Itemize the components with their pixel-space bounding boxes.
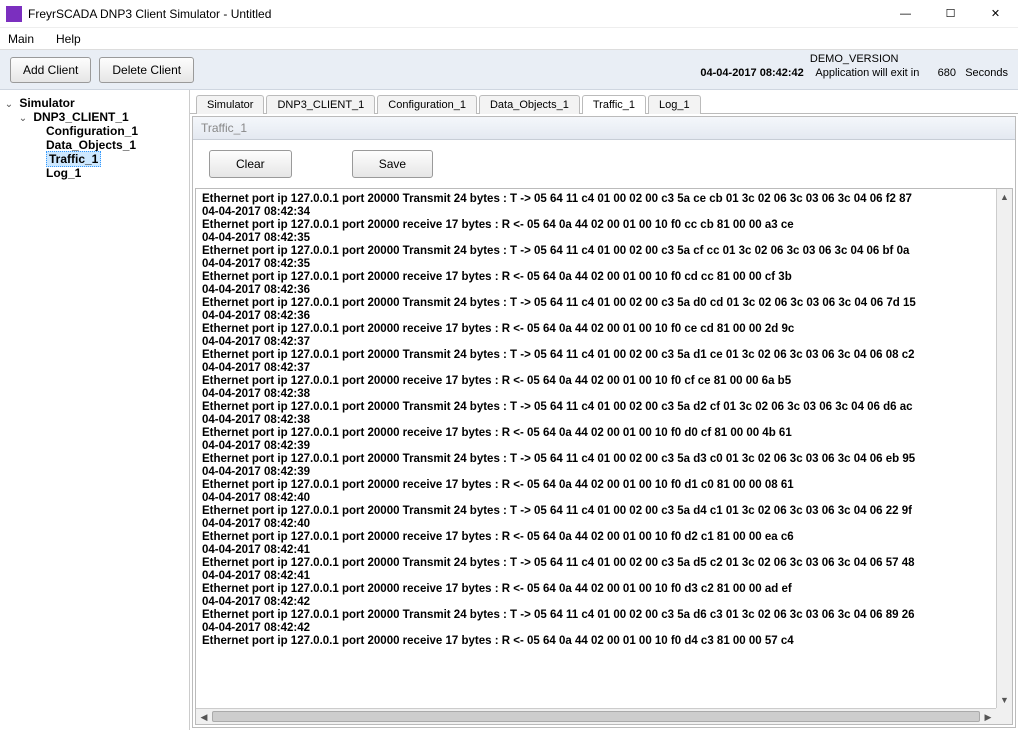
tab-data-objects[interactable]: Data_Objects_1 <box>479 95 580 114</box>
status-datetime: 04-04-2017 08:42:42 <box>700 67 803 79</box>
tree-log[interactable]: Log_1 <box>4 166 185 180</box>
status-exit-seconds: 680 <box>938 67 956 79</box>
menubar: Main Help <box>0 28 1018 50</box>
window-title: FreyrSCADA DNP3 Client Simulator - Untit… <box>28 7 883 21</box>
log-line: Ethernet port ip 127.0.0.1 port 20000 Tr… <box>202 297 990 310</box>
log-line: Ethernet port ip 127.0.0.1 port 20000 re… <box>202 635 990 648</box>
log-line: Ethernet port ip 127.0.0.1 port 20000 Tr… <box>202 557 990 570</box>
maximize-button[interactable]: ☐ <box>928 0 973 28</box>
log-line: Ethernet port ip 127.0.0.1 port 20000 re… <box>202 219 990 232</box>
top-toolbar: Add Client Delete Client DEMO_VERSION 04… <box>0 50 1018 90</box>
clear-button[interactable]: Clear <box>209 150 292 178</box>
titlebar: FreyrSCADA DNP3 Client Simulator - Untit… <box>0 0 1018 28</box>
log-line: Ethernet port ip 127.0.0.1 port 20000 re… <box>202 375 990 388</box>
scroll-corner <box>996 708 1012 724</box>
tab-traffic[interactable]: Traffic_1 <box>582 95 646 114</box>
tree-traffic[interactable]: Traffic_1 <box>4 152 185 166</box>
log-line: 04-04-2017 08:42:34 <box>202 206 990 219</box>
log-line: 04-04-2017 08:42:42 <box>202 622 990 635</box>
scroll-thumb[interactable] <box>212 711 980 722</box>
pane-toolbar: Clear Save <box>193 140 1015 188</box>
menu-main[interactable]: Main <box>4 30 38 48</box>
scroll-right-icon[interactable]: ▶ <box>980 709 996 725</box>
log-line: 04-04-2017 08:42:35 <box>202 232 990 245</box>
log-line: Ethernet port ip 127.0.0.1 port 20000 Tr… <box>202 349 990 362</box>
status-exit-prefix: Application will exit in <box>815 67 919 79</box>
delete-client-button[interactable]: Delete Client <box>99 57 194 83</box>
log-line: Ethernet port ip 127.0.0.1 port 20000 re… <box>202 479 990 492</box>
log-box: Ethernet port ip 127.0.0.1 port 20000 Tr… <box>195 188 1013 725</box>
demo-version-label: DEMO_VERSION <box>700 52 1008 66</box>
traffic-pane: Traffic_1 Clear Save Ethernet port ip 12… <box>192 116 1016 728</box>
log-line: 04-04-2017 08:42:41 <box>202 570 990 583</box>
log-line: 04-04-2017 08:42:36 <box>202 310 990 323</box>
status-seconds-label: Seconds <box>965 67 1008 79</box>
tree-data-objects[interactable]: Data_Objects_1 <box>4 138 185 152</box>
log-line: Ethernet port ip 127.0.0.1 port 20000 Tr… <box>202 505 990 518</box>
log-line: 04-04-2017 08:42:38 <box>202 388 990 401</box>
add-client-button[interactable]: Add Client <box>10 57 91 83</box>
tree-simulator[interactable]: ⌄ Simulator <box>4 96 185 110</box>
tree-configuration[interactable]: Configuration_1 <box>4 124 185 138</box>
scroll-down-icon[interactable]: ▼ <box>997 692 1012 708</box>
log-line: 04-04-2017 08:42:42 <box>202 596 990 609</box>
horizontal-scrollbar[interactable]: ◀ ▶ <box>196 708 996 724</box>
tab-bar: Simulator DNP3_CLIENT_1 Configuration_1 … <box>190 90 1018 114</box>
tab-log[interactable]: Log_1 <box>648 95 701 114</box>
log-line: Ethernet port ip 127.0.0.1 port 20000 re… <box>202 531 990 544</box>
log-line: 04-04-2017 08:42:40 <box>202 492 990 505</box>
log-line: 04-04-2017 08:42:37 <box>202 362 990 375</box>
tree-client[interactable]: ⌄ DNP3_CLIENT_1 <box>4 110 185 124</box>
scroll-up-icon[interactable]: ▲ <box>997 189 1012 205</box>
menu-help[interactable]: Help <box>52 30 85 48</box>
log-line: Ethernet port ip 127.0.0.1 port 20000 Tr… <box>202 401 990 414</box>
log-line: Ethernet port ip 127.0.0.1 port 20000 Tr… <box>202 245 990 258</box>
log-line: 04-04-2017 08:42:39 <box>202 466 990 479</box>
log-text: Ethernet port ip 127.0.0.1 port 20000 Tr… <box>196 189 996 708</box>
log-line: 04-04-2017 08:42:37 <box>202 336 990 349</box>
status-area: DEMO_VERSION 04-04-2017 08:42:42 Applica… <box>700 52 1008 80</box>
scroll-left-icon[interactable]: ◀ <box>196 710 212 726</box>
save-button[interactable]: Save <box>352 150 433 178</box>
tab-client[interactable]: DNP3_CLIENT_1 <box>266 95 375 114</box>
vertical-scrollbar[interactable]: ▲ ▼ <box>996 189 1012 708</box>
tab-configuration[interactable]: Configuration_1 <box>377 95 477 114</box>
log-line: Ethernet port ip 127.0.0.1 port 20000 re… <box>202 427 990 440</box>
log-line: 04-04-2017 08:42:41 <box>202 544 990 557</box>
log-line: Ethernet port ip 127.0.0.1 port 20000 Tr… <box>202 609 990 622</box>
log-line: Ethernet port ip 127.0.0.1 port 20000 Tr… <box>202 193 990 206</box>
tree-panel: ⌄ Simulator ⌄ DNP3_CLIENT_1 Configuratio… <box>0 90 190 730</box>
log-line: Ethernet port ip 127.0.0.1 port 20000 re… <box>202 583 990 596</box>
chevron-down-icon[interactable]: ⌄ <box>4 99 14 110</box>
close-button[interactable]: ✕ <box>973 0 1018 28</box>
tab-simulator[interactable]: Simulator <box>196 95 264 114</box>
log-line: Ethernet port ip 127.0.0.1 port 20000 Tr… <box>202 453 990 466</box>
log-line: 04-04-2017 08:42:40 <box>202 518 990 531</box>
pane-header: Traffic_1 <box>193 117 1015 140</box>
log-line: 04-04-2017 08:42:38 <box>202 414 990 427</box>
app-icon <box>6 6 22 22</box>
log-line: 04-04-2017 08:42:35 <box>202 258 990 271</box>
log-line: 04-04-2017 08:42:39 <box>202 440 990 453</box>
chevron-down-icon[interactable]: ⌄ <box>18 113 28 124</box>
log-line: 04-04-2017 08:42:36 <box>202 284 990 297</box>
log-line: Ethernet port ip 127.0.0.1 port 20000 re… <box>202 323 990 336</box>
minimize-button[interactable]: — <box>883 0 928 28</box>
log-line: Ethernet port ip 127.0.0.1 port 20000 re… <box>202 271 990 284</box>
